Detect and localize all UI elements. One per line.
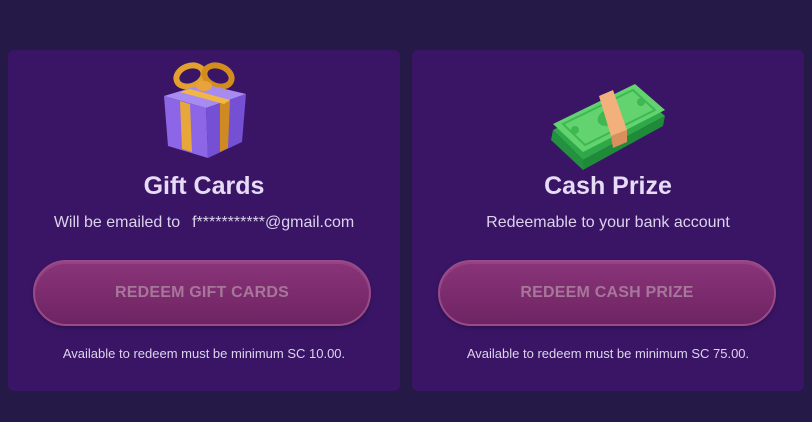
gift-cards-subtitle-prefix: Will be emailed to: [53, 214, 181, 231]
cash-prize-minimum-note: Available to redeem must be minimum SC 7…: [466, 346, 750, 361]
redeem-gift-cards-button[interactable]: REDEEM GIFT CARDS: [33, 260, 371, 326]
gift-cards-minimum-note: Available to redeem must be minimum SC 1…: [62, 346, 346, 361]
cash-prize-subtitle: Redeemable to your bank account: [486, 214, 730, 231]
redeem-options-page: Gift Cards Will be emailed to f**********…: [0, 0, 812, 422]
gift-cards-card: Gift Cards Will be emailed to f**********…: [8, 50, 400, 391]
gift-cards-title: Gift Cards: [143, 172, 265, 200]
cash-prize-title: Cash Prize: [544, 172, 672, 200]
gift-cards-subtitle: Will be emailed to f***********@gmail.com: [8, 214, 400, 232]
masked-email: f***********@gmail.com: [192, 214, 355, 231]
cash-stack-icon: [551, 84, 665, 170]
gift-box-icon: [164, 62, 246, 158]
cash-prize-card: Cash Prize Redeemable to your bank accou…: [412, 50, 804, 391]
redeem-cash-prize-button[interactable]: REDEEM CASH PRIZE: [438, 260, 776, 326]
